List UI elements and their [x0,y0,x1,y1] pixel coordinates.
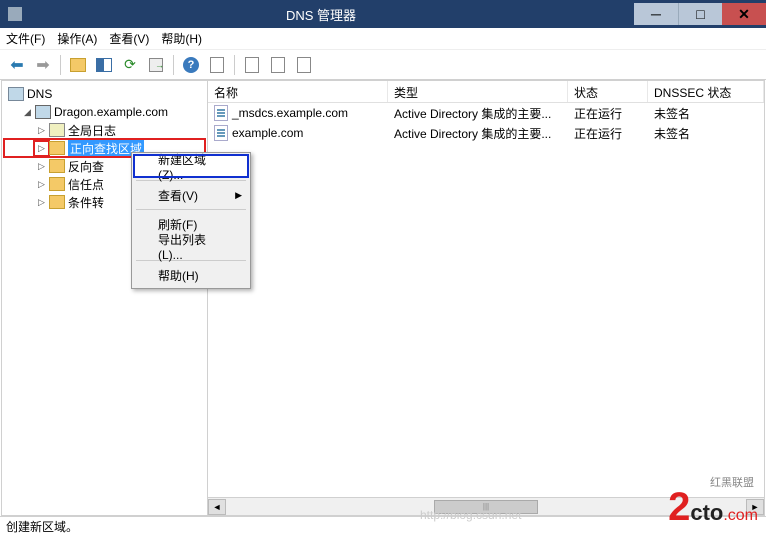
separator [234,55,235,75]
tree-label: 信任点 [68,176,104,193]
toolbar: ⬅ ➡ ⟳ ? [0,50,766,80]
ctx-new-zone[interactable]: 新建区域(Z)... [134,155,248,177]
close-button[interactable]: ✕ [722,3,766,25]
expand-icon[interactable]: ▷ [36,143,47,154]
menu-view[interactable]: 查看(V) [109,30,149,47]
scroll-left-button[interactable]: ◄ [208,499,226,515]
log-icon [49,123,65,137]
ctx-label: 帮助(H) [158,267,199,284]
refresh-icon: ⟳ [124,56,136,73]
sheet-button-3[interactable] [267,54,289,76]
ctx-label: 查看(V) [158,187,198,204]
properties-button[interactable] [93,54,115,76]
menu-separator [136,209,246,210]
server-icon [35,105,51,119]
zone-icon [214,105,228,121]
back-button[interactable]: ⬅ [6,54,28,76]
column-status[interactable]: 状态 [568,81,648,102]
export-icon [149,58,163,72]
tree-label: DNS [27,87,52,101]
watermark-url: http://blog.csdn.net [420,508,521,522]
sheet-icon [210,57,224,73]
title-bar: DNS 管理器 ─ □ ✕ [0,0,766,28]
menu-bar: 文件(F) 操作(A) 查看(V) 帮助(H) [0,28,766,50]
folder-icon [49,141,65,155]
watermark-com: .com [723,507,758,525]
app-icon [8,7,22,21]
help-icon: ? [183,57,199,73]
column-name[interactable]: 名称 [208,81,388,102]
export-button[interactable] [145,54,167,76]
sheet-button-2[interactable] [241,54,263,76]
sheet-icon [245,57,259,73]
ctx-label: 新建区域(Z)... [158,151,230,182]
column-type[interactable]: 类型 [388,81,568,102]
watermark-logo: 2 cto .com [668,485,758,530]
tree-root-dns[interactable]: DNS [4,85,205,103]
zone-icon [214,125,228,141]
minimize-button[interactable]: ─ [634,3,678,25]
cell-name: _msdcs.example.com [232,106,348,120]
tree-global-log[interactable]: ▷ 全局日志 [4,121,205,139]
menu-file[interactable]: 文件(F) [6,30,45,47]
expand-icon[interactable]: ▷ [36,197,47,208]
folder-icon [49,195,65,209]
sheet-icon [297,57,311,73]
ctx-view[interactable]: 查看(V) ▶ [134,184,248,206]
tree-label: 反向查 [68,158,104,175]
refresh-button[interactable]: ⟳ [119,54,141,76]
folder-icon [49,159,65,173]
tree-label: 全局日志 [68,122,116,139]
list-header: 名称 类型 状态 DNSSEC 状态 [208,81,764,103]
cell-status: 正在运行 [568,122,648,145]
separator [60,55,61,75]
arrow-right-icon: ➡ [36,55,49,75]
window-controls: ─ □ ✕ [634,3,766,25]
status-text: 创建新区域。 [6,518,78,535]
submenu-arrow-icon: ▶ [235,190,242,201]
list-row[interactable]: _msdcs.example.com Active Directory 集成的主… [208,103,764,123]
dns-icon [8,87,24,101]
cell-dnssec: 未签名 [648,122,764,145]
forward-button[interactable]: ➡ [32,54,54,76]
help-button[interactable]: ? [180,54,202,76]
watermark-2: 2 [668,485,690,530]
context-menu: 新建区域(Z)... 查看(V)▶ 刷新(F) 导出列表(L)... 帮助(H) [131,152,251,289]
column-dnssec[interactable]: DNSSEC 状态 [648,81,764,102]
expand-icon[interactable]: ▷ [36,161,47,172]
ctx-help[interactable]: 帮助(H) [134,264,248,286]
cell-type: Active Directory 集成的主要... [388,122,568,145]
menu-action[interactable]: 操作(A) [57,30,97,47]
watermark-cto: cto [690,500,723,526]
tree-label: 条件转 [68,194,104,211]
ctx-export-list[interactable]: 导出列表(L)... [134,235,248,257]
grid-icon [96,58,112,72]
tree-panel: DNS ◢ Dragon.example.com ▷ 全局日志 ▷ 正向查找区域… [2,81,208,515]
arrow-left-icon: ⬅ [10,55,23,75]
sheet-button-1[interactable] [206,54,228,76]
tree-server[interactable]: ◢ Dragon.example.com [4,103,205,121]
cell-name: example.com [232,126,303,140]
sheet-icon [271,57,285,73]
tree-label: Dragon.example.com [54,105,168,119]
status-bar: 创建新区域。 [0,516,766,536]
folder-icon [49,177,65,191]
menu-help[interactable]: 帮助(H) [161,30,202,47]
separator [173,55,174,75]
expand-icon[interactable]: ▷ [36,179,47,190]
list-panel: 名称 类型 状态 DNSSEC 状态 _msdcs.example.com Ac… [208,81,764,515]
sheet-button-4[interactable] [293,54,315,76]
expand-icon[interactable]: ▷ [36,125,47,136]
collapse-icon[interactable]: ◢ [22,107,33,118]
window-title: DNS 管理器 [217,5,426,24]
main-area: DNS ◢ Dragon.example.com ▷ 全局日志 ▷ 正向查找区域… [1,80,765,516]
folder-icon [70,58,86,72]
maximize-button[interactable]: □ [678,3,722,25]
list-row[interactable]: example.com Active Directory 集成的主要... 正在… [208,123,764,143]
ctx-label: 导出列表(L)... [158,231,230,262]
up-button[interactable] [67,54,89,76]
